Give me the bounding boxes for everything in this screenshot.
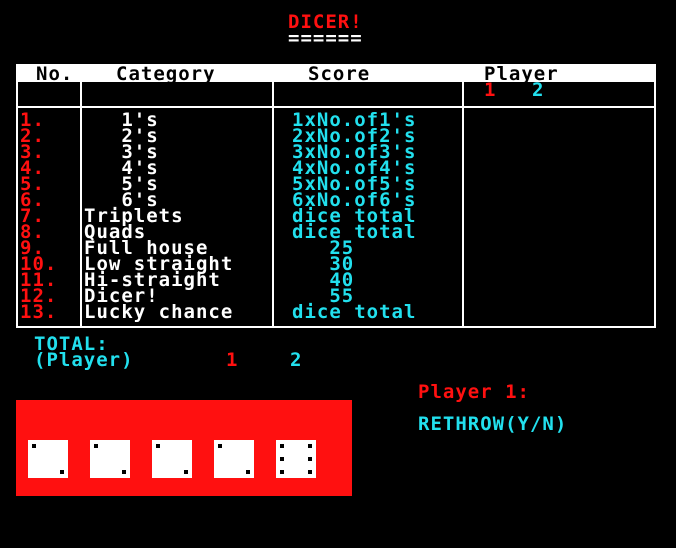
die-pip xyxy=(94,444,98,448)
die-pip xyxy=(184,470,188,474)
row-category: Lucky chance xyxy=(84,301,234,323)
die-5[interactable] xyxy=(276,440,316,478)
die-pip xyxy=(60,470,64,474)
die-pip xyxy=(32,444,36,448)
column-divider xyxy=(462,82,464,326)
header-category: Category xyxy=(116,63,216,85)
column-divider xyxy=(272,82,274,326)
die-pip xyxy=(156,444,160,448)
die-pip xyxy=(218,444,222,448)
header-no: No. xyxy=(36,63,74,85)
column-divider xyxy=(80,82,82,326)
scoresheet: No. Category Score Player 1 2 1. 1's 1xNo… xyxy=(16,64,656,328)
die-3[interactable] xyxy=(152,440,192,478)
die-2[interactable] xyxy=(90,440,130,478)
die-pip xyxy=(246,470,250,474)
row-number: 13. xyxy=(20,301,58,323)
player-1-column: 1 xyxy=(484,79,497,101)
die-pip xyxy=(280,457,284,461)
die-pip xyxy=(308,444,312,448)
title-underline: ====== xyxy=(288,27,363,49)
die-pip xyxy=(122,470,126,474)
header-rule xyxy=(18,106,654,108)
current-player: Player 1: xyxy=(418,381,530,403)
header-score: Score xyxy=(308,63,371,85)
die-pip xyxy=(280,470,284,474)
player-2-column: 2 xyxy=(532,79,545,101)
die-pip xyxy=(308,470,312,474)
row-score-rule: dice total xyxy=(292,301,417,323)
rethrow-prompt[interactable]: RETHROW(Y/N) xyxy=(418,415,567,434)
die-pip xyxy=(308,457,312,461)
die-4[interactable] xyxy=(214,440,254,478)
total-player-2: 2 xyxy=(290,349,303,371)
totals-sublabel: (Player) xyxy=(34,349,134,371)
total-player-1: 1 xyxy=(226,349,239,371)
die-1[interactable] xyxy=(28,440,68,478)
die-pip xyxy=(280,444,284,448)
dice-tray xyxy=(16,400,352,496)
